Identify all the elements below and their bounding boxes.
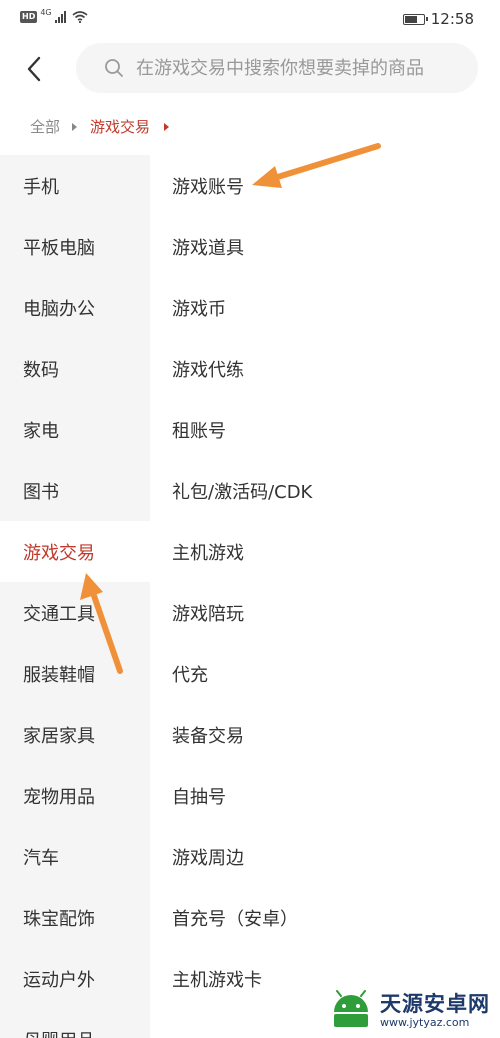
sidebar-item-tablet[interactable]: 平板电脑 xyxy=(0,216,150,277)
sidebar-item-clothing[interactable]: 服装鞋帽 xyxy=(0,643,150,704)
watermark: 天源安卓网 www.jytyaz.com xyxy=(328,990,490,1030)
sidebar-item-vehicles[interactable]: 交通工具 xyxy=(0,582,150,643)
search-input[interactable] xyxy=(134,56,458,80)
battery-icon xyxy=(402,13,428,25)
sidebar-item-baby[interactable]: 母婴用品 xyxy=(0,1009,150,1038)
sidebar-item-furniture[interactable]: 家居家具 xyxy=(0,704,150,765)
subcategory-list: 游戏账号 游戏道具 游戏币 游戏代练 租账号 礼包/激活码/CDK 主机游戏 游… xyxy=(150,155,500,1038)
header xyxy=(0,40,500,98)
subcategory-item[interactable]: 游戏代练 xyxy=(150,338,500,399)
signal-icon xyxy=(54,10,66,23)
subcategory-item[interactable]: 装备交易 xyxy=(150,704,500,765)
sidebar-item-jewelry[interactable]: 珠宝配饰 xyxy=(0,887,150,948)
sidebar-item-books[interactable]: 图书 xyxy=(0,460,150,521)
subcategory-item[interactable]: 游戏道具 xyxy=(150,216,500,277)
subcategory-item[interactable]: 租账号 xyxy=(150,399,500,460)
back-arrow-icon xyxy=(27,56,41,82)
subcategory-item[interactable]: 自抽号 xyxy=(150,765,500,826)
subcategory-item[interactable]: 代充 xyxy=(150,643,500,704)
watermark-title: 天源安卓网 xyxy=(380,991,490,1016)
sidebar-item-phone[interactable]: 手机 xyxy=(0,155,150,216)
android-logo-icon xyxy=(334,990,368,1027)
network-type: 4G xyxy=(40,8,52,17)
watermark-url: www.jytyaz.com xyxy=(380,1015,470,1029)
sidebar-item-car[interactable]: 汽车 xyxy=(0,826,150,887)
status-bar: HD 4G 12:58 xyxy=(0,0,500,36)
breadcrumb-all[interactable]: 全部 xyxy=(30,116,60,137)
sidebar-item-computer[interactable]: 电脑办公 xyxy=(0,277,150,338)
subcategory-item[interactable]: 首充号（安卓） xyxy=(150,887,500,948)
sidebar-item-appliance[interactable]: 家电 xyxy=(0,399,150,460)
wifi-icon xyxy=(72,11,88,23)
sidebar-item-digital[interactable]: 数码 xyxy=(0,338,150,399)
caret-right-icon xyxy=(164,122,170,131)
watermark-text: 天源安卓网 www.jytyaz.com xyxy=(380,992,490,1029)
back-button[interactable] xyxy=(18,54,50,84)
subcategory-item[interactable]: 游戏周边 xyxy=(150,826,500,887)
breadcrumb-current[interactable]: 游戏交易 xyxy=(90,116,150,137)
search-box[interactable] xyxy=(76,43,478,93)
caret-right-icon xyxy=(72,122,78,131)
sidebar-item-game-trade[interactable]: 游戏交易 xyxy=(0,521,150,582)
sidebar-item-pets[interactable]: 宠物用品 xyxy=(0,765,150,826)
status-right: 12:58 xyxy=(402,10,474,28)
battery-fill xyxy=(404,15,417,23)
subcategory-item[interactable]: 游戏账号 xyxy=(150,155,500,216)
breadcrumb: 全部 游戏交易 xyxy=(30,116,182,137)
sidebar-item-sports[interactable]: 运动户外 xyxy=(0,948,150,1009)
status-left: HD 4G xyxy=(20,8,88,23)
subcategory-item[interactable]: 游戏陪玩 xyxy=(150,582,500,643)
search-icon xyxy=(105,59,123,77)
category-sidebar: 手机 平板电脑 电脑办公 数码 家电 图书 游戏交易 交通工具 服装鞋帽 家居家… xyxy=(0,155,150,1038)
subcategory-item[interactable]: 游戏币 xyxy=(150,277,500,338)
hd-badge: HD xyxy=(20,10,38,23)
subcategory-item[interactable]: 礼包/激活码/CDK xyxy=(150,460,500,521)
status-time: 12:58 xyxy=(430,10,474,28)
subcategory-item[interactable]: 主机游戏 xyxy=(150,521,500,582)
